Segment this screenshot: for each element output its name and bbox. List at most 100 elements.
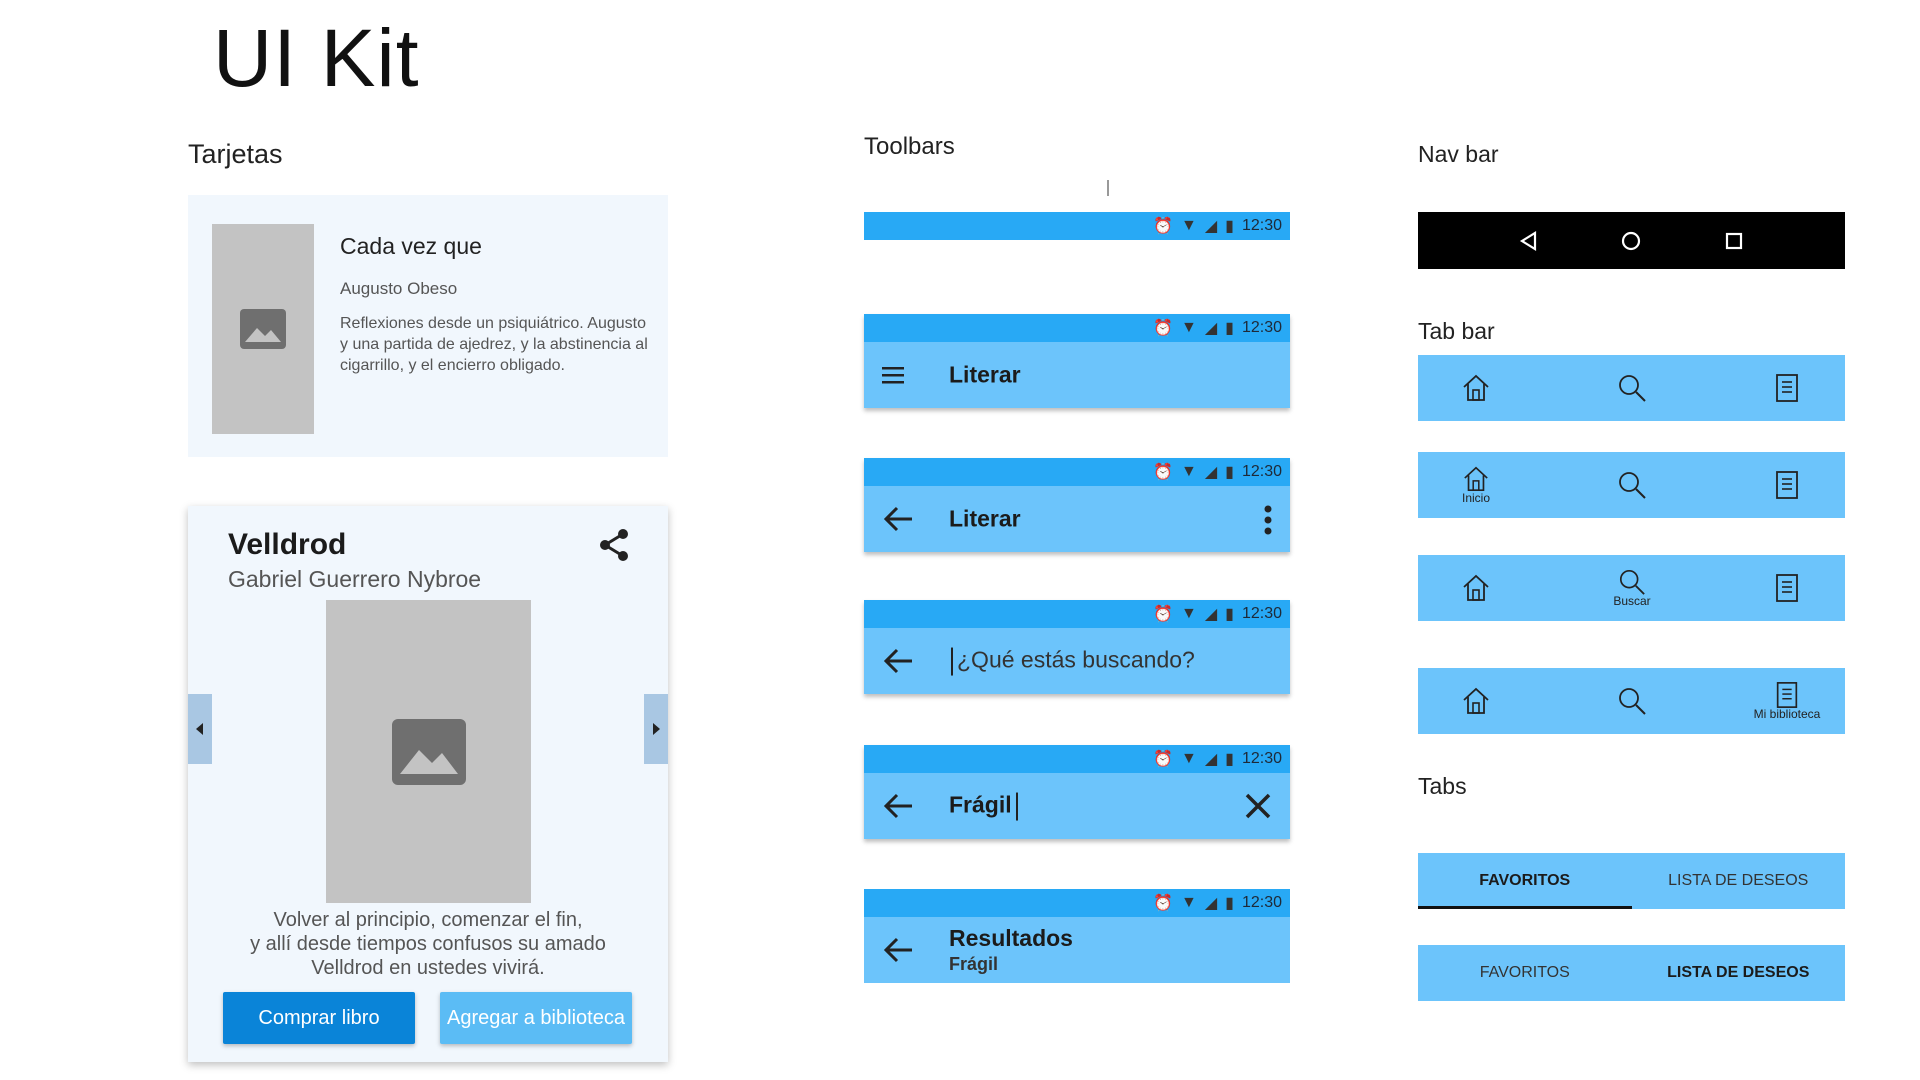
book-cover: [326, 600, 531, 903]
search-icon: [1619, 375, 1646, 402]
tab-favorites[interactable]: FAVORITOS: [1418, 853, 1632, 909]
tab-caption: Mi biblioteca: [1753, 707, 1821, 721]
alarm-icon: ⏰: [1153, 320, 1173, 337]
book-card-compact[interactable]: Cada vez que Augusto Obeso Reflexiones d…: [188, 195, 668, 457]
wifi-icon: ▼: [1180, 319, 1197, 336]
wifi-icon: ▼: [1180, 750, 1197, 767]
section-title-navbar: Nav bar: [1418, 141, 1499, 167]
card-author: Augusto Obeso: [340, 279, 458, 298]
back-arrow-icon[interactable]: [882, 937, 914, 963]
toolbar-menu: ⏰ ▼ ◢ ▮ 12:30 Literar: [864, 314, 1290, 408]
signal-icon: ◢: [1204, 320, 1218, 337]
tabs-favorites-active: FAVORITOS LISTA DE DESEOS: [1418, 853, 1845, 909]
home-icon: [1464, 466, 1488, 492]
book-icon: [1776, 682, 1798, 708]
back-arrow-icon[interactable]: [882, 648, 914, 674]
search-placeholder: ¿Qué estás buscando?: [957, 646, 1195, 673]
back-arrow-icon[interactable]: [882, 793, 914, 819]
search-icon: [1619, 569, 1645, 595]
book-author: Gabriel Guerrero Nybroe: [228, 566, 482, 592]
section-title-tabbar: Tab bar: [1418, 318, 1495, 344]
alarm-icon: ⏰: [1153, 895, 1173, 912]
search-query: Frágil: [949, 791, 1012, 818]
caret-left-icon: [196, 723, 203, 735]
tab-search[interactable]: [1602, 355, 1662, 421]
app-bar: ¿Qué estás buscando?: [864, 628, 1290, 694]
image-placeholder-icon: [240, 309, 286, 349]
menu-icon[interactable]: [882, 365, 906, 385]
battery-icon: ▮: [1225, 320, 1234, 337]
tab-home[interactable]: [1446, 668, 1506, 734]
status-time: 12:30: [1241, 605, 1282, 622]
toolbar-search-active: ⏰ ▼ ◢ ▮ 12:30 Frágil: [864, 745, 1290, 839]
tab-search[interactable]: [1602, 452, 1662, 518]
tab-caption: Inicio: [1461, 491, 1490, 505]
tab-home[interactable]: Inicio: [1446, 452, 1506, 518]
signal-icon: ◢: [1204, 218, 1218, 235]
app-bar-title: Literar: [949, 361, 1021, 388]
alarm-icon: ⏰: [1153, 751, 1173, 768]
alarm-icon: ⏰: [1153, 464, 1173, 481]
status-bar: ⏰ ▼ ◢ ▮ 12:30: [864, 889, 1290, 917]
app-bar-subtitle: Frágil: [949, 954, 999, 974]
battery-icon: ▮: [1225, 895, 1234, 912]
card-description: Reflexiones desde un psiquiátrico. Augus…: [340, 315, 648, 374]
search-icon: [1619, 472, 1646, 499]
tab-caption: Buscar: [1613, 594, 1651, 608]
status-bar: ⏰ ▼ ◢ ▮ 12:30: [864, 458, 1290, 486]
tab-home[interactable]: [1446, 555, 1506, 621]
back-arrow-icon[interactable]: [882, 506, 914, 532]
tab-library[interactable]: [1757, 452, 1817, 518]
home-icon: [1463, 574, 1489, 601]
nav-recents-icon[interactable]: [1724, 231, 1744, 251]
add-to-library-button[interactable]: Agregar a biblioteca: [440, 992, 632, 1044]
tab-library[interactable]: [1757, 355, 1817, 421]
status-time: 12:30: [1241, 319, 1282, 336]
tab-favorites[interactable]: FAVORITOS: [1418, 945, 1632, 1001]
tab-library[interactable]: Mi biblioteca: [1754, 668, 1820, 734]
search-input[interactable]: ¿Qué estás buscando?: [947, 647, 1195, 676]
tab-bar-icons-only: [1418, 355, 1845, 421]
app-bar: Literar: [864, 342, 1290, 408]
toolbar-search: ⏰ ▼ ◢ ▮ 12:30 ¿Qué estás buscando?: [864, 600, 1290, 694]
tab-wishlist[interactable]: LISTA DE DESEOS: [1632, 945, 1846, 1001]
book-synopsis: Volver al principio, comenzar el fin, y …: [250, 909, 606, 979]
wifi-icon: ▼: [1180, 463, 1197, 480]
book-icon: [1776, 374, 1798, 402]
status-bar: ⏰ ▼ ◢ ▮ 12:30: [864, 314, 1290, 342]
share-icon[interactable]: [598, 528, 630, 567]
tab-bar-search-selected: Buscar: [1418, 555, 1845, 621]
toolbar-status-only: ⏰ ▼ ◢ ▮ 12:30: [864, 212, 1290, 240]
carousel-prev-button[interactable]: [188, 694, 212, 764]
tab-search[interactable]: [1602, 668, 1662, 734]
close-icon[interactable]: [1244, 792, 1272, 820]
carousel-next-button[interactable]: [644, 694, 668, 764]
nav-back-icon[interactable]: [1519, 230, 1539, 251]
nav-home-icon[interactable]: [1620, 230, 1642, 252]
caret-right-icon: [653, 723, 660, 735]
search-input[interactable]: Frágil: [949, 792, 1022, 821]
wifi-icon: ▼: [1180, 605, 1197, 622]
tab-bar-library-selected: Mi biblioteca: [1418, 668, 1845, 734]
home-icon: [1463, 374, 1489, 401]
signal-icon: ◢: [1204, 464, 1218, 481]
image-placeholder-icon: [391, 718, 466, 785]
buy-book-button[interactable]: Comprar libro: [223, 992, 415, 1044]
toolbar-results: ⏰ ▼ ◢ ▮ 12:30 Resultados Frágil: [864, 889, 1290, 983]
tab-home[interactable]: [1446, 355, 1506, 421]
alarm-icon: ⏰: [1153, 606, 1173, 623]
tab-library[interactable]: [1757, 555, 1817, 621]
wifi-icon: ▼: [1180, 894, 1197, 911]
battery-icon: ▮: [1225, 464, 1234, 481]
status-time: 12:30: [1241, 217, 1282, 234]
tab-search[interactable]: Buscar: [1602, 555, 1662, 621]
tab-wishlist[interactable]: LISTA DE DESEOS: [1632, 853, 1846, 909]
home-icon: [1463, 687, 1489, 714]
divider: [1107, 180, 1109, 196]
more-vert-icon[interactable]: [1264, 505, 1272, 535]
alarm-icon: ⏰: [1153, 218, 1173, 235]
search-icon: [1619, 688, 1646, 715]
book-title: Velldrod: [228, 528, 347, 561]
app-bar: Frágil: [864, 773, 1290, 839]
app-bar-title: Resultados: [949, 925, 1073, 951]
